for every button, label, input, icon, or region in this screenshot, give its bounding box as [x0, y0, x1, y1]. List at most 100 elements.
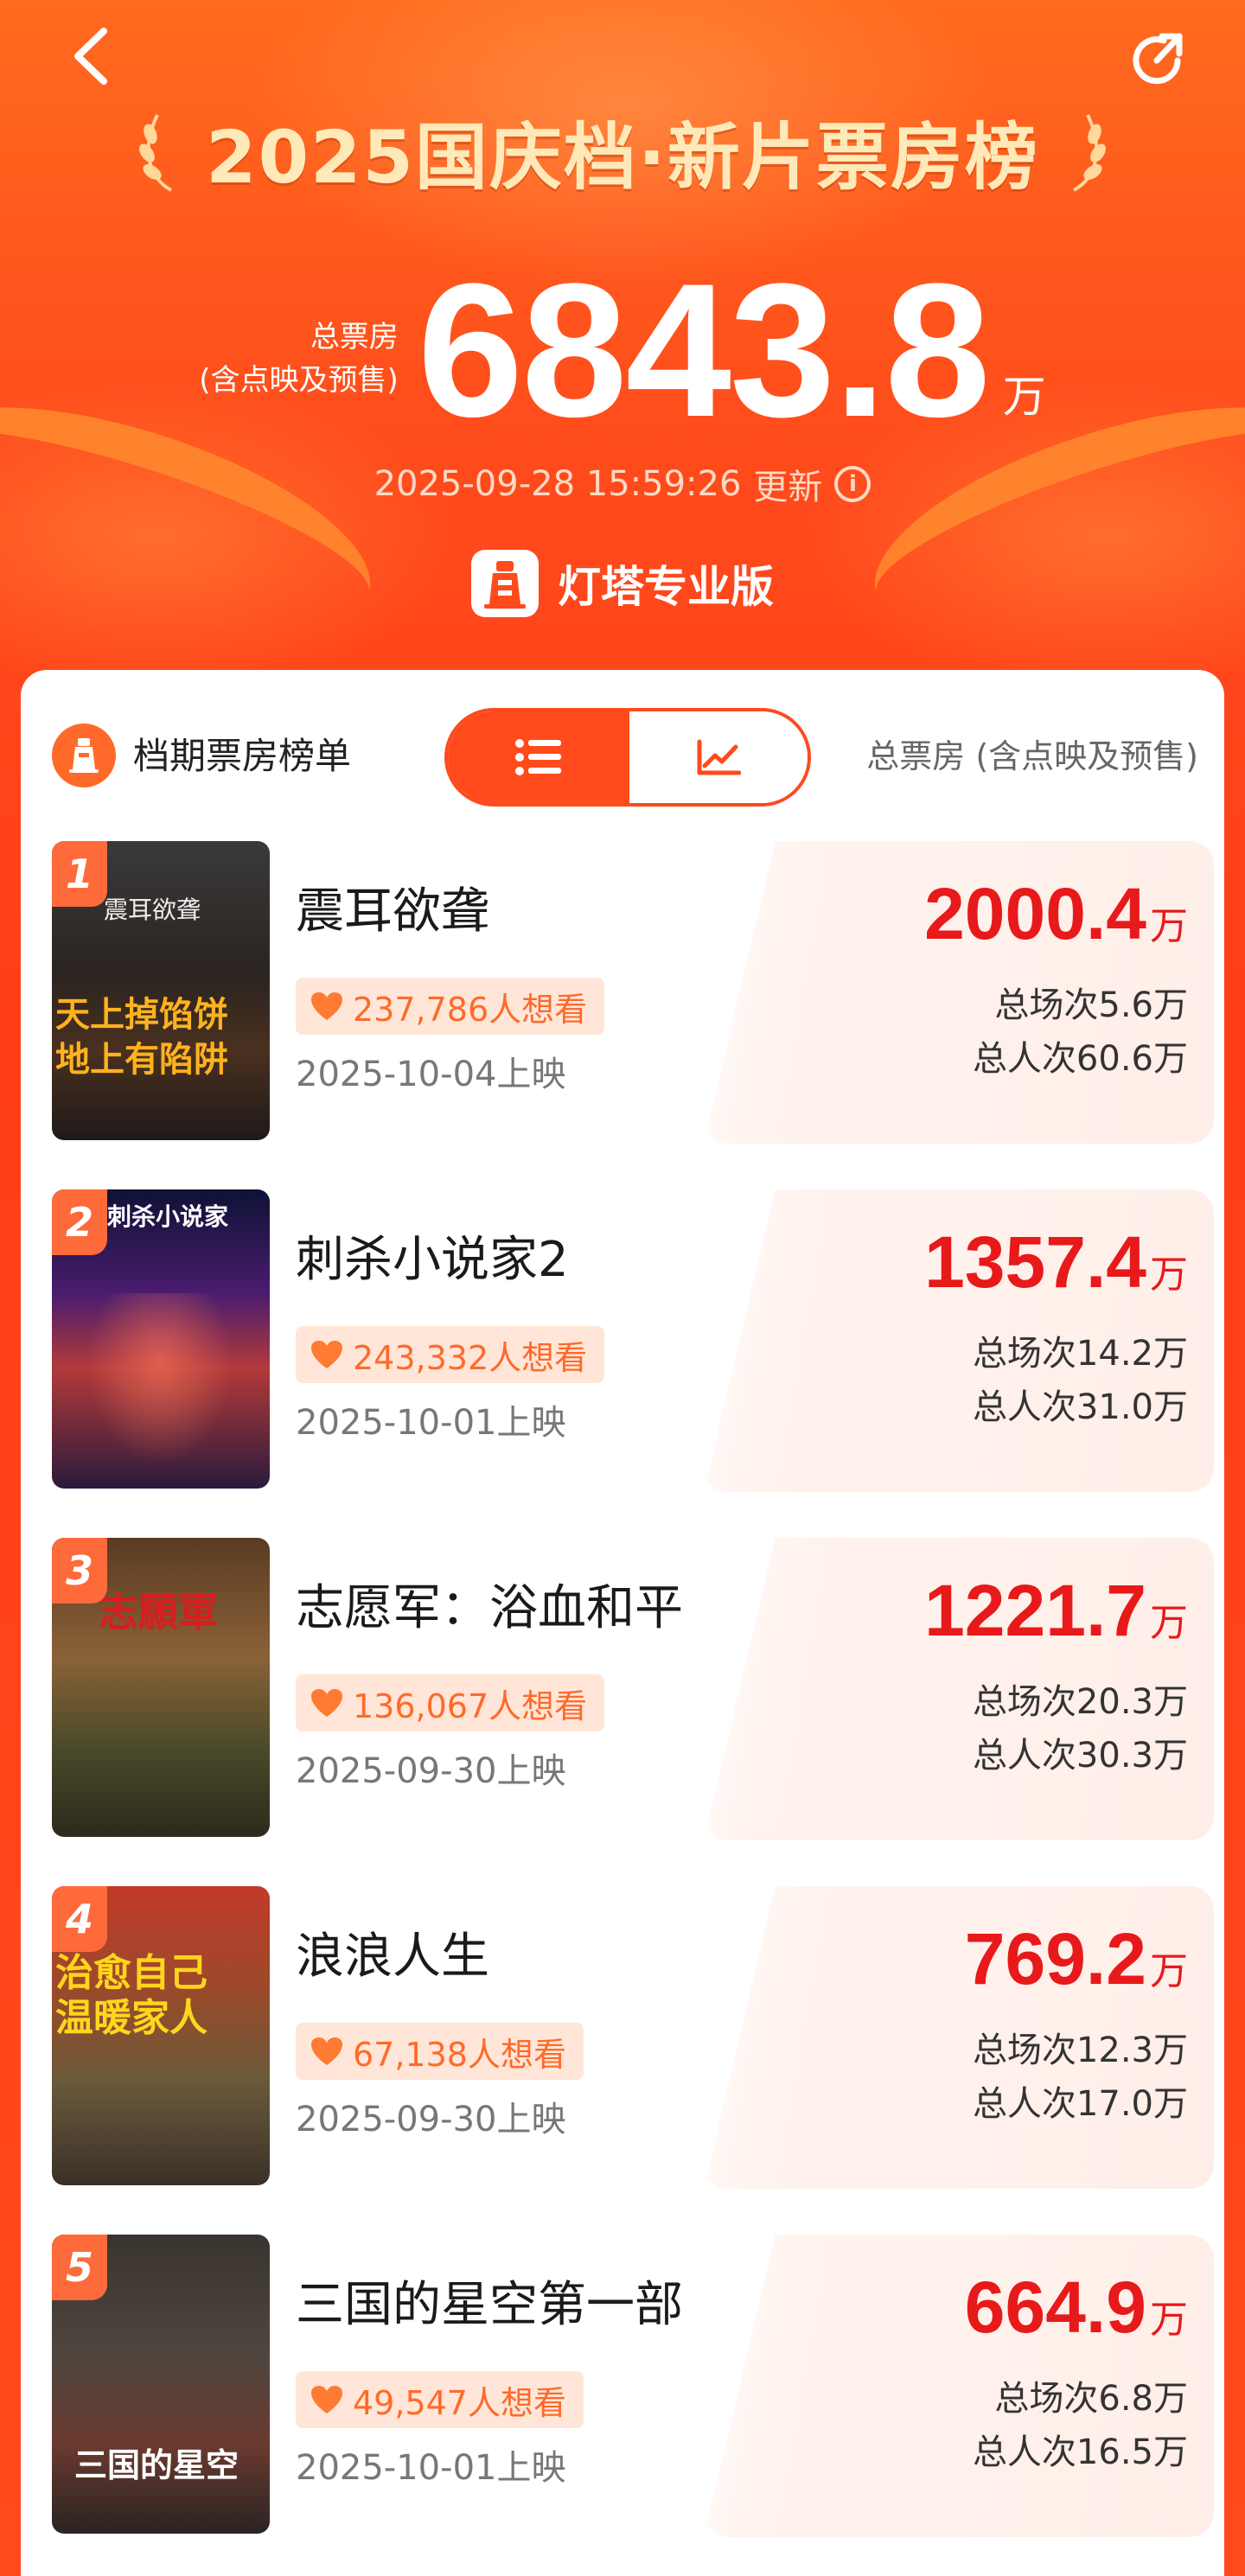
ranking-card-header: 档期票房榜单 总票房 (含点映及预售) — [21, 670, 1224, 808]
poster-art — [86, 1293, 233, 1466]
total-shows: 总场次20.3万 — [972, 1682, 1188, 1722]
poster-caption: 震耳欲聋 — [104, 896, 201, 924]
heart-icon — [311, 2037, 342, 2065]
info-icon[interactable]: i — [834, 466, 872, 502]
gross-unit: 万 — [1150, 1253, 1188, 1297]
movie-row[interactable]: 三国的星空 5 三国的星空第一部 49,547人想看 2025-10-01上映 … — [21, 2235, 1224, 2537]
release-date: 2025-10-01上映 — [296, 2448, 566, 2488]
laurel-right-icon — [1072, 114, 1106, 192]
total-viewers: 总人次30.3万 — [972, 1736, 1188, 1776]
share-icon — [1133, 33, 1183, 85]
total-viewers: 总人次16.5万 — [972, 2433, 1188, 2472]
back-button[interactable] — [61, 26, 121, 86]
movie-title[interactable]: 浪浪人生 — [296, 1922, 489, 1992]
update-time: 2025-09-28 15:59:26 — [374, 464, 742, 504]
metric-label: 总票房 (含点映及预售) — [866, 737, 1198, 775]
chevron-left-icon — [74, 28, 107, 85]
movie-row[interactable]: 震耳欲聋 天上掉馅饼 地上有陷阱 1 震耳欲聋 237,786人想看 2025-… — [21, 841, 1224, 1144]
poster-caption: 三国的星空 — [74, 2446, 239, 2484]
gross-unit: 万 — [1150, 2298, 1188, 2342]
page-title: 2025国庆档·新片票房榜 — [206, 114, 1039, 200]
total-shows: 总场次6.8万 — [994, 2379, 1188, 2419]
total-viewers: 总人次60.6万 — [972, 1039, 1188, 1079]
gross-unit: 万 — [1150, 904, 1188, 948]
want-to-see-count: 237,786人想看 — [353, 990, 588, 1029]
want-to-see-count: 136,067人想看 — [353, 1687, 588, 1725]
lighthouse-badge-icon — [52, 724, 116, 787]
want-to-see-badge: 49,547人想看 — [296, 2371, 584, 2428]
movie-gross: 1221.7 万 — [924, 1569, 1188, 1653]
rank-badge: 3 — [52, 1538, 107, 1604]
total-shows: 总场次14.2万 — [972, 1334, 1188, 1374]
brand-name: 灯塔专业版 — [558, 562, 774, 612]
total-unit: 万 — [1002, 372, 1046, 422]
chart-view-button[interactable] — [629, 711, 808, 803]
movie-row[interactable]: 治愈自己 温暖家人 4 浪浪人生 67,138人想看 2025-09-30上映 … — [21, 1886, 1224, 2189]
movie-gross: 769.2 万 — [965, 1917, 1188, 2001]
page: 2025国庆档·新片票房榜 总票房 (含点映及预售) 6843.8 万 2025… — [0, 0, 1245, 2576]
total-value: 6843.8 — [417, 244, 991, 456]
movie-gross: 2000.4 万 — [924, 872, 1188, 956]
total-shows: 总场次12.3万 — [972, 2031, 1188, 2070]
share-button[interactable] — [1124, 26, 1193, 95]
want-to-see-badge: 237,786人想看 — [296, 978, 605, 1035]
gross-value: 769.2 — [964, 1918, 1146, 1999]
list-view-button[interactable] — [448, 711, 629, 803]
gross-value: 664.9 — [964, 2267, 1146, 2348]
movie-title[interactable]: 震耳欲聋 — [296, 877, 489, 947]
movie-gross: 664.9 万 — [965, 2266, 1188, 2350]
total-box-office: 总票房 (含点映及预售) 6843.8 万 — [0, 251, 1245, 450]
update-time-row: 2025-09-28 15:59:26 更新 i — [0, 458, 1245, 510]
movie-title[interactable]: 刺杀小说家2 — [296, 1226, 569, 1295]
gross-unit: 万 — [1150, 1601, 1188, 1645]
movie-title[interactable]: 三国的星空第一部 — [296, 2271, 683, 2340]
poster-caption: 志願軍 — [99, 1589, 218, 1636]
want-to-see-badge: 136,067人想看 — [296, 1674, 605, 1731]
movie-row[interactable]: 刺杀小说家 2 刺杀小说家2 243,332人想看 2025-10-01上映 1… — [21, 1189, 1224, 1492]
rank-badge: 4 — [52, 1886, 107, 1952]
ranking-list-title: 档期票房榜单 — [133, 735, 352, 777]
movie-gross: 1357.4 万 — [924, 1221, 1188, 1304]
want-to-see-badge: 67,138人想看 — [296, 2023, 584, 2080]
poster-caption: 刺杀小说家 — [107, 1202, 229, 1231]
heart-icon — [311, 992, 342, 1020]
movie-poster[interactable]: 治愈自己 温暖家人 4 — [52, 1886, 270, 2185]
gross-unit: 万 — [1150, 1949, 1188, 1993]
view-toggle — [444, 708, 811, 807]
list-icon — [515, 739, 561, 775]
gross-value: 1221.7 — [924, 1570, 1146, 1651]
want-to-see-count: 49,547人想看 — [353, 2383, 566, 2422]
gross-value: 1357.4 — [924, 1221, 1146, 1303]
release-date: 2025-09-30上映 — [296, 1751, 566, 1791]
movie-poster[interactable]: 三国的星空 5 — [52, 2235, 270, 2534]
total-shows: 总场次5.6万 — [994, 985, 1188, 1025]
movie-title[interactable]: 志愿军：浴血和平 — [296, 1574, 683, 1643]
laurel-left-icon — [139, 114, 173, 192]
total-label-line2: (含点映及预售) — [199, 363, 399, 398]
rank-badge: 1 — [52, 841, 107, 907]
poster-caption: 温暖家人 — [55, 1996, 208, 2040]
gross-value: 2000.4 — [924, 873, 1146, 954]
total-label: 总票房 (含点映及预售) — [199, 316, 399, 402]
poster-caption: 天上掉馅饼 — [55, 995, 228, 1035]
trend-chart-icon — [697, 739, 741, 775]
heart-icon — [311, 2386, 342, 2413]
rank-badge: 5 — [52, 2235, 107, 2300]
release-date: 2025-09-30上映 — [296, 2100, 566, 2139]
total-viewers: 总人次31.0万 — [972, 1387, 1188, 1427]
movie-row[interactable]: 志願軍 3 志愿军：浴血和平 136,067人想看 2025-09-30上映 1… — [21, 1538, 1224, 1840]
update-suffix: 更新 — [753, 468, 823, 507]
want-to-see-count: 243,332人想看 — [353, 1338, 588, 1377]
want-to-see-count: 67,138人想看 — [353, 2035, 566, 2074]
movie-poster[interactable]: 刺杀小说家 2 — [52, 1189, 270, 1489]
release-date: 2025-10-01上映 — [296, 1403, 566, 1443]
rank-badge: 2 — [52, 1189, 107, 1255]
brand: 灯塔专业版 — [0, 545, 1245, 622]
movie-poster[interactable]: 志願軍 3 — [52, 1538, 270, 1837]
movie-poster[interactable]: 震耳欲聋 天上掉馅饼 地上有陷阱 1 — [52, 841, 270, 1140]
want-to-see-badge: 243,332人想看 — [296, 1326, 605, 1383]
total-label-line1: 总票房 — [310, 320, 399, 354]
heart-icon — [311, 1341, 342, 1368]
heart-icon — [311, 1689, 342, 1717]
ranking-card: 档期票房榜单 总票房 (含点映及预售) 震耳欲聋 天上掉馅饼 地上有陷阱 1 震… — [21, 670, 1224, 2576]
